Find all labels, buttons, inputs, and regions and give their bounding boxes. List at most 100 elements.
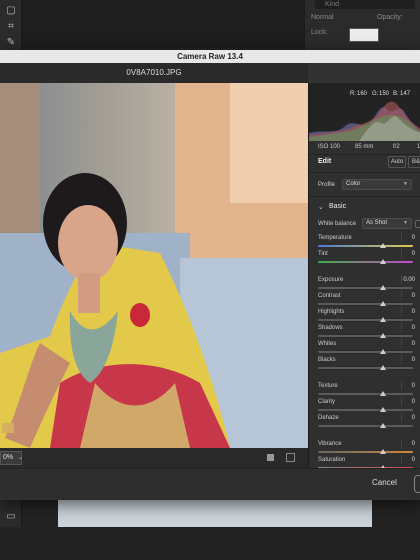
auto-button[interactable]: Auto — [388, 156, 406, 168]
slider-thumb[interactable] — [379, 407, 386, 412]
dodge-tool-icon[interactable]: ▢ — [4, 4, 18, 18]
slider-thumb[interactable] — [379, 243, 386, 248]
slider-track[interactable] — [318, 245, 413, 247]
layer-filter-field[interactable]: Kind — [315, 0, 415, 9]
preview-image[interactable] — [0, 83, 308, 448]
slider-blacks[interactable]: Blacks 0 — [309, 355, 420, 373]
slider-label: Saturation — [318, 457, 346, 463]
slider-value-field[interactable]: 0 — [401, 455, 419, 464]
slider-label: Tint — [318, 251, 328, 257]
basic-section-label: Basic — [329, 203, 347, 210]
frame-view-icon[interactable] — [267, 454, 274, 461]
slider-value: 0 — [411, 309, 415, 315]
focal-length-value: 85 mm — [355, 144, 374, 150]
histogram-graph — [309, 101, 420, 141]
camera-raw-dialog: Camera Raw 13.4 0V8A7010.JPG 0% ⌄ R: 160… — [0, 50, 420, 500]
slider-track[interactable] — [318, 409, 413, 411]
divider — [309, 196, 420, 197]
profile-select[interactable]: Color ▼ — [342, 179, 412, 190]
slider-track[interactable] — [318, 367, 413, 369]
slider-value-field[interactable]: 0 — [401, 397, 419, 406]
slider-thumb[interactable] — [379, 317, 386, 322]
basic-section-header[interactable]: ⌄ Basic — [309, 201, 420, 213]
divider — [309, 172, 420, 173]
eyedropper-icon[interactable] — [415, 220, 420, 228]
filename-label: 0V8A7010.JPG — [0, 63, 308, 83]
chevron-down-icon: ▼ — [403, 220, 408, 226]
slider-value-field[interactable]: 0 — [401, 339, 419, 348]
slider-thumb[interactable] — [379, 301, 386, 306]
quick-mask-icon[interactable]: ▭ — [4, 510, 18, 524]
slider-value-field[interactable]: 0.00 — [401, 275, 419, 284]
slider-thumb[interactable] — [379, 423, 386, 428]
slider-track[interactable] — [318, 287, 413, 289]
slider-value-field[interactable]: 0 — [401, 381, 419, 390]
ok-button[interactable] — [414, 475, 420, 493]
white-balance-row: White balance As Shot ▼ — [309, 218, 420, 230]
iso-value: ISO 100 — [318, 144, 341, 150]
slider-label: Highlights — [318, 309, 345, 315]
slider-thumb[interactable] — [379, 333, 386, 338]
slider-value-field[interactable]: 0 — [401, 323, 419, 332]
slider-thumb[interactable] — [379, 365, 386, 370]
eyedropper-tool-icon[interactable]: ✎ — [4, 36, 18, 50]
chevron-down-icon: ▼ — [403, 181, 408, 187]
white-balance-value: As Shot — [366, 220, 388, 226]
slider-value: 0 — [411, 457, 415, 463]
slider-label: Shadows — [318, 325, 343, 331]
white-balance-select[interactable]: As Shot ▼ — [362, 218, 412, 229]
slider-value: 0 — [411, 341, 415, 347]
slider-track[interactable] — [318, 393, 413, 395]
slider-value: 0 — [411, 235, 415, 241]
lock-label: Lock: — [311, 29, 328, 36]
photoshop-canvas-peek — [58, 500, 372, 527]
slider-value-field[interactable]: 0 — [401, 355, 419, 364]
slider-track[interactable] — [318, 451, 413, 453]
slider-value-field[interactable]: 0 — [401, 233, 419, 242]
compare-view-icon[interactable] — [286, 453, 295, 462]
edit-header: Edit Auto B& — [309, 155, 420, 169]
slider-value-field[interactable]: 0 — [401, 249, 419, 258]
slider-track[interactable] — [318, 319, 413, 321]
slider-label: Contrast — [318, 293, 341, 299]
slider-value-field[interactable]: 0 — [401, 413, 419, 422]
slider-label: Vibrance — [318, 441, 342, 447]
slider-track[interactable] — [318, 351, 413, 353]
slider-tint[interactable]: Tint 0 — [309, 249, 420, 267]
slider-thumb[interactable] — [379, 259, 386, 264]
photoshop-workspace — [0, 527, 420, 560]
slider-value-field[interactable]: 0 — [401, 291, 419, 300]
edit-panel: R: 160 G: 150 B: 147 ISO 100 85 mm f/2 1… — [308, 83, 420, 468]
edit-title: Edit — [318, 158, 332, 165]
slider-value: 0 — [411, 415, 415, 421]
white-balance-label: White balance — [318, 221, 357, 227]
profile-label: Profile — [318, 182, 336, 188]
layers-panel: Kind Normal Opacity: Lock: — [304, 0, 420, 50]
slider-value: 0 — [411, 293, 415, 299]
slider-label: Temperature — [318, 235, 352, 241]
slider-value-field[interactable]: 0 — [401, 439, 419, 448]
black-white-button[interactable]: B& — [408, 156, 420, 168]
crop-tool-icon[interactable]: ⌗ — [4, 20, 18, 34]
slider-saturation[interactable]: Saturation 0 — [309, 455, 420, 468]
slider-thumb[interactable] — [379, 285, 386, 290]
slider-thumb[interactable] — [379, 449, 386, 454]
slider-track[interactable] — [318, 335, 413, 337]
profile-value: Color — [346, 181, 361, 187]
slider-value: 0 — [411, 399, 415, 405]
chevron-down-icon[interactable]: ⌄ — [18, 454, 23, 461]
dialog-title: Camera Raw 13.4 — [0, 50, 420, 63]
layer-thumbnail[interactable] — [349, 28, 379, 42]
slider-track[interactable] — [318, 425, 413, 427]
cancel-button[interactable]: Cancel — [372, 478, 397, 487]
slider-value: 0 — [411, 383, 415, 389]
chevron-down-icon: ⌄ — [318, 204, 324, 211]
aperture-value: f/2 — [393, 144, 400, 150]
slider-track[interactable] — [318, 261, 413, 263]
slider-value-field[interactable]: 0 — [401, 307, 419, 316]
slider-dehaze[interactable]: Dehaze 0 — [309, 413, 420, 431]
slider-track[interactable] — [318, 303, 413, 305]
blend-mode-select[interactable]: Normal — [311, 13, 371, 23]
slider-thumb[interactable] — [379, 349, 386, 354]
slider-thumb[interactable] — [379, 391, 386, 396]
